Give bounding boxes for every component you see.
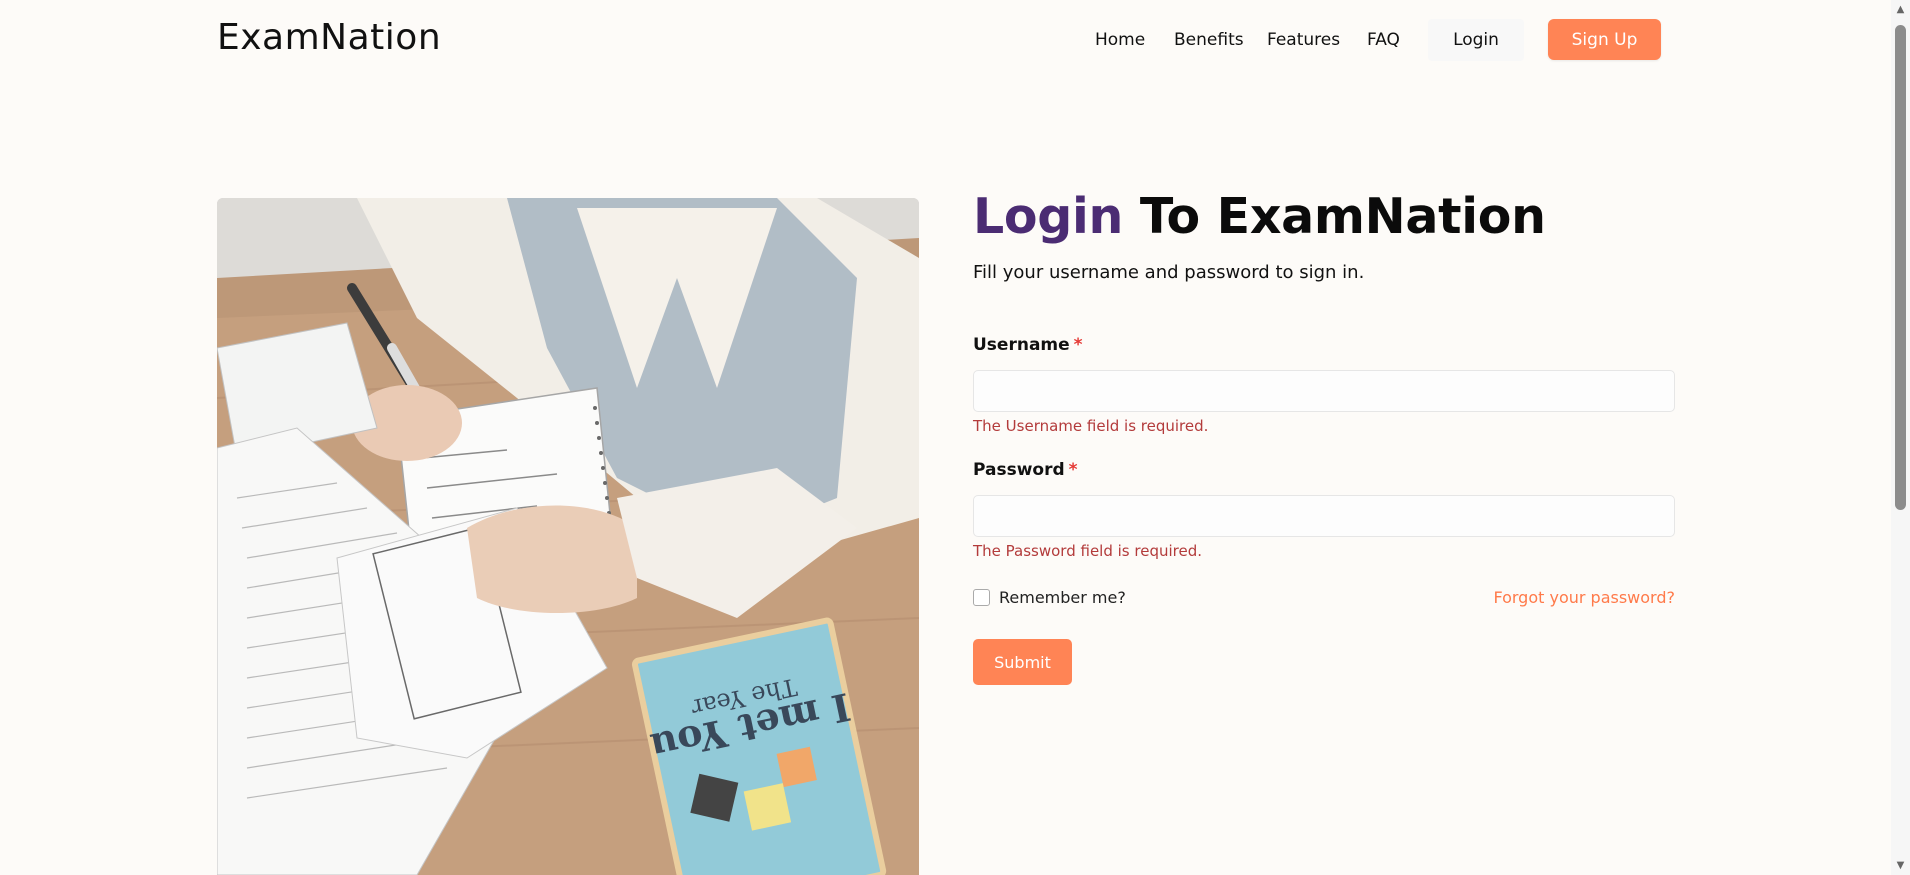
password-error: The Password field is required. (973, 542, 1202, 560)
username-error: The Username field is required. (973, 417, 1209, 435)
submit-button[interactable]: Submit (973, 639, 1072, 685)
page-scrollbar[interactable]: ▲ ▼ (1891, 0, 1910, 875)
login-nav-button[interactable]: Login (1428, 19, 1524, 61)
scroll-down-icon[interactable]: ▼ (1895, 860, 1906, 871)
forgot-password-link[interactable]: Forgot your password? (1493, 588, 1675, 607)
username-label-text: Username (973, 335, 1070, 355)
password-label-text: Password (973, 460, 1065, 480)
nav-home-link[interactable]: Home (1095, 30, 1145, 50)
site-header: ExamNation Home Benefits Features FAQ Lo… (0, 0, 1891, 80)
login-form: Login To ExamNation Fill your username a… (973, 190, 1675, 685)
page-subtitle: Fill your username and password to sign … (973, 261, 1365, 283)
required-mark: * (1073, 335, 1083, 355)
brand-logo[interactable]: ExamNation (217, 17, 441, 58)
nav-faq-link[interactable]: FAQ (1367, 30, 1400, 50)
remember-me[interactable]: Remember me? (973, 588, 1126, 607)
username-label: Username * (973, 335, 1083, 355)
required-mark: * (1068, 460, 1078, 480)
remember-me-checkbox[interactable] (973, 589, 990, 606)
hero-image: The Year I met You (217, 198, 919, 875)
password-input[interactable] (973, 495, 1675, 537)
page-title-accent: Login (973, 188, 1124, 245)
scrollbar-thumb[interactable] (1895, 25, 1906, 510)
signup-nav-button[interactable]: Sign Up (1548, 19, 1661, 60)
page-title: Login To ExamNation (973, 190, 1675, 244)
password-label: Password * (973, 460, 1078, 480)
username-input[interactable] (973, 370, 1675, 412)
page-title-rest: To ExamNation (1139, 188, 1546, 245)
nav-benefits-link[interactable]: Benefits (1174, 30, 1244, 50)
remember-me-label: Remember me? (999, 588, 1126, 607)
nav-features-link[interactable]: Features (1267, 30, 1340, 50)
scroll-up-icon[interactable]: ▲ (1895, 4, 1906, 15)
